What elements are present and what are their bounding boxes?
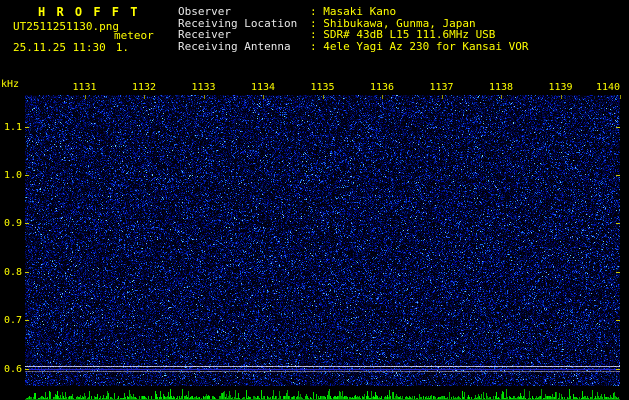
info-label: Receiver — [178, 28, 231, 41]
info-row: Receiver : SDR# 43dB L15 111.6MHz USB — [178, 29, 529, 41]
x-axis-tick — [441, 95, 443, 99]
datetime-line: 25.11.25 11:30 1. — [13, 41, 129, 54]
datetime-text: 25.11.25 11:30 — [13, 41, 106, 54]
x-axis-tick — [501, 95, 502, 99]
y-axis-label: 0.6 — [3, 363, 22, 375]
y-axis-tick-right — [616, 368, 620, 370]
info-row: Receiving Antenna : 4ele Yagi Az 230 for … — [178, 39, 529, 53]
y-axis-tick-left — [25, 368, 29, 370]
y-axis-unit: kHz — [1, 79, 20, 90]
y-axis-tick-left — [25, 126, 29, 128]
y-axis-tick-right — [616, 174, 620, 176]
x-axis-label: 1133 — [191, 82, 216, 93]
x-axis-label: 1135 — [310, 82, 335, 93]
app-title: H R O F F T — [38, 5, 140, 19]
x-axis-tick — [620, 95, 621, 99]
x-axis-label: 1134 — [250, 82, 276, 93]
x-axis-tick — [203, 95, 205, 99]
x-axis-label: 1140 — [595, 82, 621, 93]
info-value: : 4ele Yagi Az 230 for Kansai VOR — [310, 39, 529, 53]
x-axis-tick — [560, 95, 562, 99]
hrofft-window: H R O F F T UT2511251130.png meteor 25.1… — [0, 0, 629, 400]
spectrogram-canvas — [25, 95, 620, 386]
y-axis-tick-right — [616, 320, 620, 322]
x-axis-tick — [84, 95, 86, 99]
y-axis-label: 0.7 — [3, 315, 22, 327]
info-label: Receiving Antenna — [178, 39, 291, 53]
info-value: : Masaki Kano — [310, 5, 397, 18]
y-axis-tick-right — [616, 126, 620, 128]
y-axis-tick-right — [616, 271, 620, 273]
image-counter: 1. — [115, 41, 129, 54]
info-row: Observer : Masaki Kano — [178, 6, 529, 18]
x-axis-tick — [322, 95, 324, 99]
y-axis-label: 0.9 — [3, 218, 22, 230]
y-axis-tick-left — [25, 320, 29, 322]
y-axis-label: 1.1 — [3, 121, 22, 133]
x-axis-label: 1131 — [72, 82, 97, 93]
x-axis-tick — [382, 95, 383, 99]
info-value: : SDR# 43dB L15 111.6MHz USB — [310, 28, 496, 41]
y-axis-tick-left — [25, 271, 29, 273]
output-filename: UT2511251130.png — [13, 20, 119, 33]
x-axis-tick — [263, 95, 264, 99]
x-axis-label: 1136 — [369, 82, 395, 93]
y-axis-label: 1.0 — [3, 169, 22, 181]
y-axis-tick-right — [616, 223, 620, 225]
y-axis-label: 0.8 — [3, 266, 22, 278]
x-axis-label: 1132 — [131, 82, 157, 93]
y-axis-tick-left — [25, 223, 29, 225]
info-label: Observer — [178, 5, 231, 18]
x-axis-label: 1139 — [548, 82, 573, 93]
y-axis-tick-left — [25, 174, 29, 176]
info-table: Observer: Masaki Kano Receiving Location:… — [178, 6, 529, 52]
x-axis-label: 1138 — [488, 82, 514, 93]
x-axis-label: 1137 — [429, 82, 454, 93]
signal-level-meter-canvas — [25, 387, 620, 400]
x-axis-tick — [144, 95, 145, 99]
